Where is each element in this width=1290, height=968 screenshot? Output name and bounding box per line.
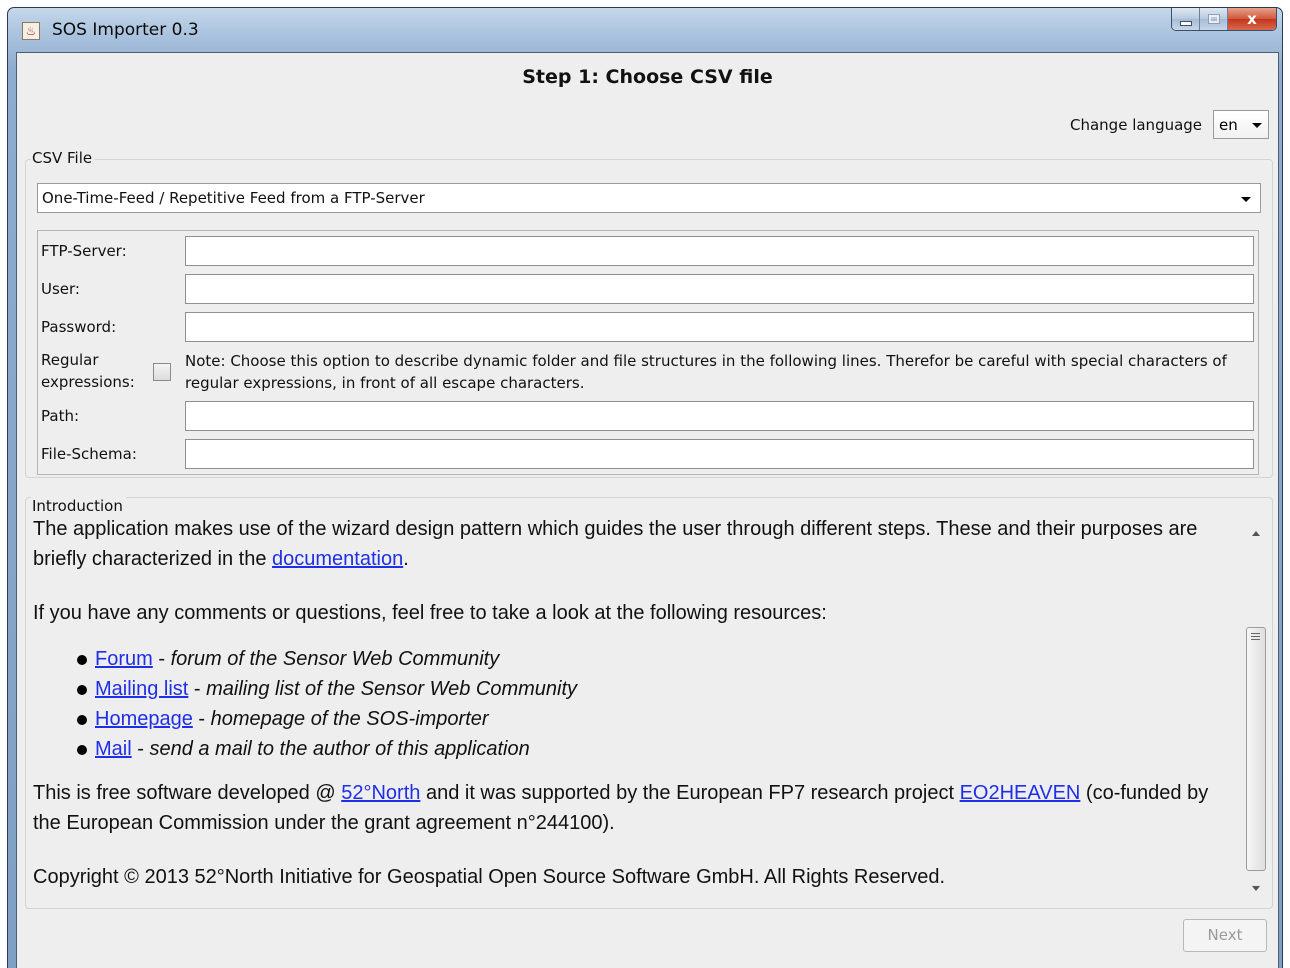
language-label: Change language [1070,116,1203,134]
homepage-link[interactable]: Homepage [95,708,193,730]
scroll-up-arrow-icon[interactable] [1252,531,1260,536]
scroll-down-arrow-icon[interactable] [1252,886,1260,891]
file-schema-label: File-Schema: [41,445,137,463]
regex-label-line2: expressions: [41,373,135,391]
chevron-down-icon [1241,197,1251,202]
eo2heaven-link[interactable]: EO2HEAVEN [960,782,1081,804]
mailing-list-link[interactable]: Mailing list [95,678,188,700]
path-label: Path: [41,407,80,425]
csv-file-group-label: CSV File [31,149,96,167]
step-title: Step 1: Choose CSV file [522,66,773,88]
list-item: Mailing list - mailing list of the Senso… [77,674,1233,704]
feed-type-value: One-Time-Feed / Repetitive Feed from a F… [42,189,425,207]
bullet-icon [77,655,87,665]
vertical-scrollbar[interactable] [1246,515,1266,895]
minimize-button[interactable] [1172,8,1200,30]
password-label: Password: [41,318,117,336]
documentation-link[interactable]: documentation [272,548,403,570]
forum-link[interactable]: Forum [95,648,153,670]
bullet-icon [77,745,87,755]
bullet-icon [77,715,87,725]
close-icon: x [1247,10,1257,28]
intro-paragraph-3: This is free software developed @ 52°Nor… [33,782,1209,834]
path-input[interactable] [185,401,1254,431]
title-bar[interactable]: ♨ SOS Importer 0.3 x [8,8,1282,52]
regex-label-line1: Regular [41,351,99,369]
minimize-icon [1179,20,1192,26]
wizard-panel: Step 1: Choose CSV file Change language … [16,52,1279,968]
ftp-server-label: FTP-Server: [41,242,127,260]
chevron-down-icon [1252,123,1262,128]
mail-link[interactable]: Mail [95,738,132,760]
user-input[interactable] [185,274,1254,304]
scroll-grip-icon [1251,633,1260,642]
java-app-icon[interactable]: ♨ [22,22,40,40]
list-item: Mail - send a mail to the author of this… [77,734,1233,764]
introduction-scroll-area[interactable]: The application makes use of the wizard … [25,511,1265,905]
window-title: SOS Importer 0.3 [52,20,199,40]
regex-note: Note: Choose this option to describe dyn… [185,352,1227,392]
list-item: Forum - forum of the Sensor Web Communit… [77,644,1233,674]
feed-type-select[interactable]: One-Time-Feed / Repetitive Feed from a F… [37,183,1261,213]
next-button[interactable]: Next [1183,919,1267,952]
regex-checkbox[interactable] [153,363,171,381]
password-input[interactable] [185,312,1254,342]
ftp-server-input[interactable] [185,236,1254,266]
resources-list: Forum - forum of the Sensor Web Communit… [33,644,1233,764]
language-selected-value: en [1219,116,1238,134]
maximize-button[interactable] [1200,8,1228,30]
file-schema-input[interactable] [185,439,1254,469]
intro-paragraph-2: If you have any comments or questions, f… [33,602,827,624]
52north-link[interactable]: 52°North [341,782,420,804]
close-button[interactable]: x [1228,8,1276,30]
intro-paragraph-1: The application makes use of the wizard … [33,518,1198,570]
bullet-icon [77,685,87,695]
list-item: Homepage - homepage of the SOS-importer [77,704,1233,734]
maximize-icon [1207,14,1220,24]
window-controls: x [1171,8,1277,31]
scrollbar-thumb[interactable] [1246,627,1266,871]
copyright-text: Copyright © 2013 52°North Initiative for… [33,866,946,888]
introduction-text: The application makes use of the wizard … [33,514,1233,892]
language-select[interactable]: en [1213,110,1269,139]
user-label: User: [41,280,80,298]
